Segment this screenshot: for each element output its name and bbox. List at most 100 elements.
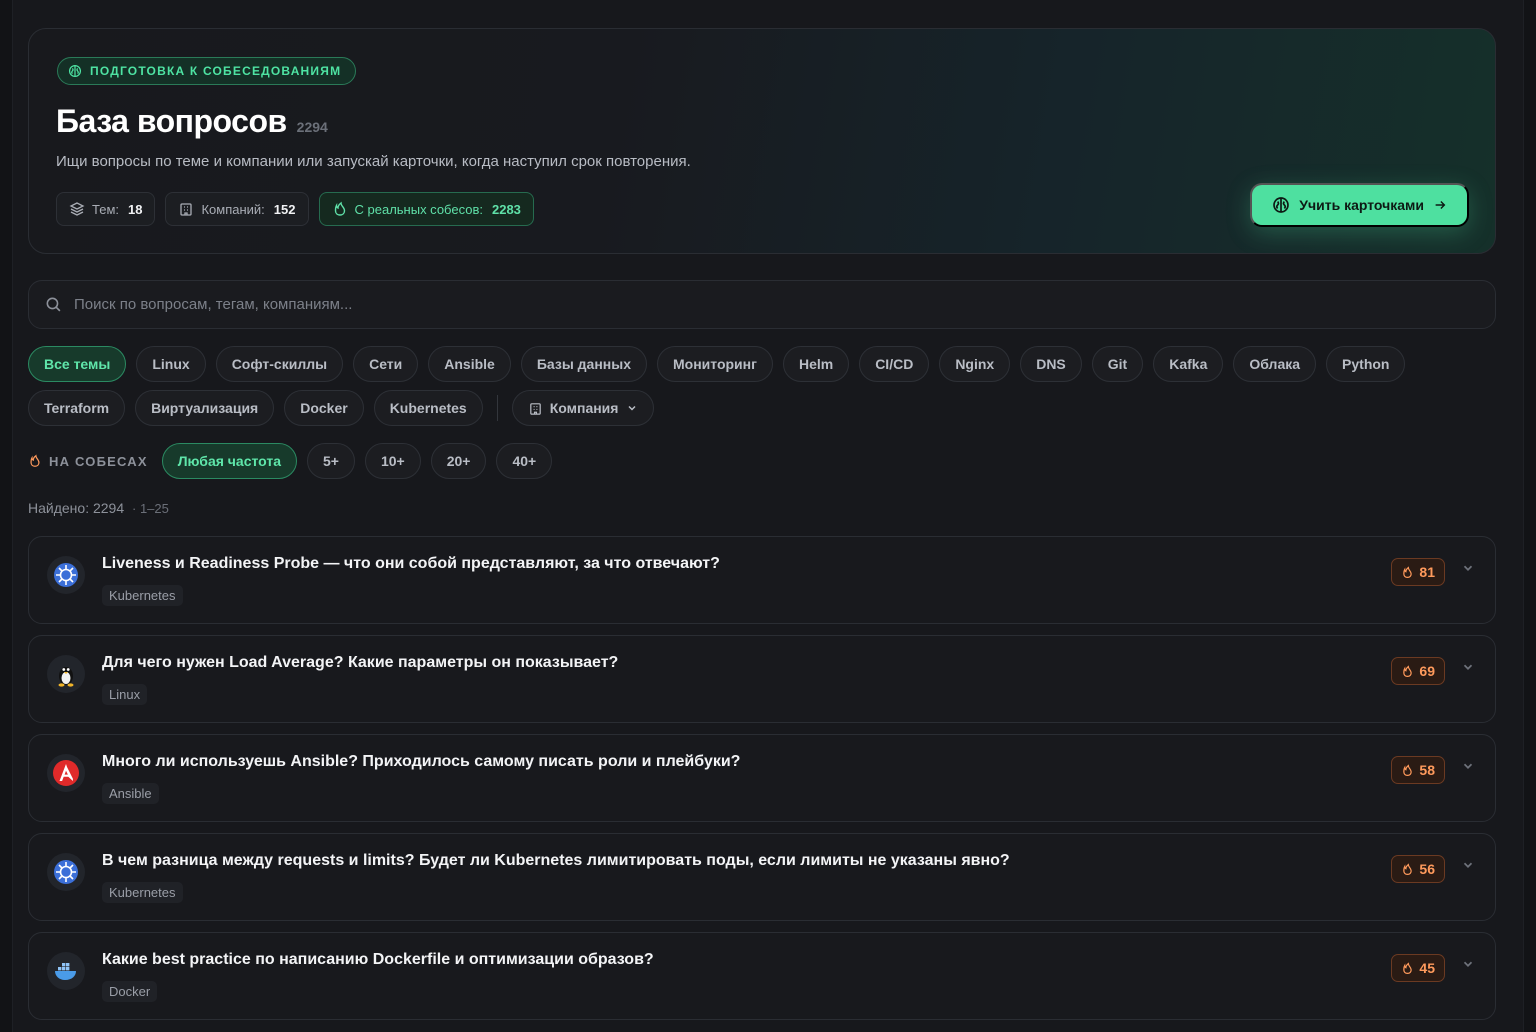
layers-icon <box>69 202 85 216</box>
flame-icon <box>1403 565 1413 578</box>
stat-topics-value: 18 <box>128 201 143 217</box>
topic-chip-cicd[interactable]: CI/CD <box>859 346 930 382</box>
page-subtitle: Ищи вопросы по теме и компании или запус… <box>56 153 691 170</box>
topic-chip-git[interactable]: Git <box>1091 346 1144 382</box>
frequency-badge: 69 <box>1391 657 1445 685</box>
arrow-right-icon <box>1435 201 1446 209</box>
question-card[interactable]: Для чего нужен Load Average? Какие парам… <box>28 635 1496 723</box>
topic-chip-monitoring[interactable]: Мониторинг <box>657 346 773 382</box>
topic-chip-clouds[interactable]: Облака <box>1233 346 1317 382</box>
frequency-count: 58 <box>1419 762 1435 778</box>
ansible-icon <box>47 754 85 792</box>
stat-real-interviews-value: 2283 <box>491 201 521 217</box>
frequency-label: НА СОБЕСАХ <box>28 454 148 469</box>
frequency-count: 56 <box>1419 861 1435 877</box>
total-count: 2294 <box>296 119 328 135</box>
results-summary: Найдено: 2294 · 1–25 <box>28 500 169 516</box>
topic-chip-soft-skills[interactable]: Софт-скиллы <box>215 346 344 382</box>
kubernetes-icon <box>47 556 85 594</box>
flame-icon <box>1403 763 1413 776</box>
topic-chip-virtualization[interactable]: Виртуализация <box>135 390 275 426</box>
chevron-down-icon[interactable] <box>1461 561 1475 575</box>
frequency-filters: НА СОБЕСАХ Любая частота 5+ 10+ 20+ 40+ <box>28 443 553 479</box>
question-title: Какие best practice по написанию Dockerf… <box>102 951 654 968</box>
frequency-label-text: НА СОБЕСАХ <box>49 453 148 469</box>
docker-icon <box>47 952 85 990</box>
results-range: · 1–25 <box>132 501 169 516</box>
brain-icon <box>1273 197 1290 213</box>
topic-chip-kubernetes[interactable]: Kubernetes <box>373 390 483 426</box>
flame-icon <box>1403 862 1413 875</box>
chevron-down-icon <box>628 405 636 411</box>
frequency-40plus[interactable]: 40+ <box>496 443 553 479</box>
frequency-badge: 81 <box>1391 558 1445 586</box>
question-card[interactable]: В чем разница между requests и limits? Б… <box>28 833 1496 921</box>
frequency-5plus[interactable]: 5+ <box>307 443 355 479</box>
topic-filters-row-2: Terraform Виртуализация Docker Kubernete… <box>28 390 655 426</box>
frequency-10plus[interactable]: 10+ <box>364 443 421 479</box>
question-list: Liveness и Readiness Probe — что они соб… <box>28 536 1496 1031</box>
question-title: Liveness и Readiness Probe — что они соб… <box>102 555 720 572</box>
building-icon <box>180 203 193 216</box>
question-card[interactable]: Liveness и Readiness Probe — что они соб… <box>28 536 1496 624</box>
topic-chip-helm[interactable]: Helm <box>782 346 850 382</box>
topic-chip-kafka[interactable]: Kafka <box>1153 346 1224 382</box>
question-card[interactable]: Какие best practice по написанию Dockerf… <box>28 932 1496 1020</box>
chevron-down-icon[interactable] <box>1461 660 1475 674</box>
company-filter-dropdown[interactable]: Компания <box>511 390 655 426</box>
question-tag[interactable]: Kubernetes <box>102 882 183 903</box>
topic-chip-databases[interactable]: Базы данных <box>520 346 647 382</box>
flame-icon <box>334 201 345 216</box>
frequency-badge: 45 <box>1391 954 1445 982</box>
question-card[interactable]: Много ли используешь Ansible? Приходилос… <box>28 734 1496 822</box>
filter-divider <box>496 395 498 421</box>
stat-companies-label: Компаний: <box>201 201 265 217</box>
topic-chip-linux[interactable]: Linux <box>136 346 206 382</box>
learn-cards-label: Учить карточками <box>1299 197 1424 213</box>
chevron-down-icon[interactable] <box>1461 858 1475 872</box>
frequency-20plus[interactable]: 20+ <box>430 443 487 479</box>
linux-icon <box>47 655 85 693</box>
stat-companies-value: 152 <box>273 201 296 217</box>
topic-chip-python[interactable]: Python <box>1326 346 1406 382</box>
question-tag[interactable]: Kubernetes <box>102 585 183 606</box>
topic-chip-ansible[interactable]: Ansible <box>428 346 511 382</box>
frequency-any[interactable]: Любая частота <box>161 443 298 479</box>
search-input[interactable] <box>74 296 1495 313</box>
topic-chip-dns[interactable]: DNS <box>1020 346 1082 382</box>
topic-chip-docker[interactable]: Docker <box>284 390 364 426</box>
flame-icon <box>30 454 40 467</box>
topic-chip-nginx[interactable]: Nginx <box>939 346 1011 382</box>
chevron-down-icon[interactable] <box>1461 759 1475 773</box>
hero-badge-label: ПОДГОТОВКА К СОБЕСЕДОВАНИЯМ <box>90 64 342 78</box>
kubernetes-icon <box>47 853 85 891</box>
frequency-count: 69 <box>1419 663 1435 679</box>
learn-cards-button[interactable]: Учить карточками <box>1250 183 1469 227</box>
search-icon <box>46 297 61 312</box>
brain-icon <box>68 64 82 78</box>
search-bar[interactable] <box>28 280 1496 329</box>
frequency-count: 81 <box>1419 564 1435 580</box>
hero-panel: ПОДГОТОВКА К СОБЕСЕДОВАНИЯМ База вопросо… <box>28 28 1496 254</box>
chevron-down-icon[interactable] <box>1461 957 1475 971</box>
topic-chip-all[interactable]: Все темы <box>28 346 127 382</box>
building-icon <box>529 402 541 415</box>
flame-icon <box>1403 664 1413 677</box>
topic-chip-terraform[interactable]: Terraform <box>28 390 126 426</box>
stat-topics: Тем: 18 <box>56 192 156 226</box>
question-tag[interactable]: Linux <box>102 684 148 705</box>
question-tag[interactable]: Docker <box>102 981 158 1002</box>
question-title: В чем разница между requests и limits? Б… <box>102 852 1010 869</box>
frequency-badge: 58 <box>1391 756 1445 784</box>
stat-companies: Компаний: 152 <box>165 192 309 226</box>
page-title: База вопросов <box>56 103 287 139</box>
question-title: Много ли используешь Ansible? Приходилос… <box>102 753 741 770</box>
company-filter-label: Компания <box>549 400 619 416</box>
question-title: Для чего нужен Load Average? Какие парам… <box>102 654 619 671</box>
question-tag[interactable]: Ansible <box>102 783 159 804</box>
topic-chip-networks[interactable]: Сети <box>353 346 419 382</box>
stat-topics-label: Тем: <box>92 201 119 217</box>
stat-real-interviews: С реальных собесов: 2283 <box>318 192 534 226</box>
hero-badge: ПОДГОТОВКА К СОБЕСЕДОВАНИЯМ <box>57 57 357 85</box>
frequency-count: 45 <box>1419 960 1435 976</box>
